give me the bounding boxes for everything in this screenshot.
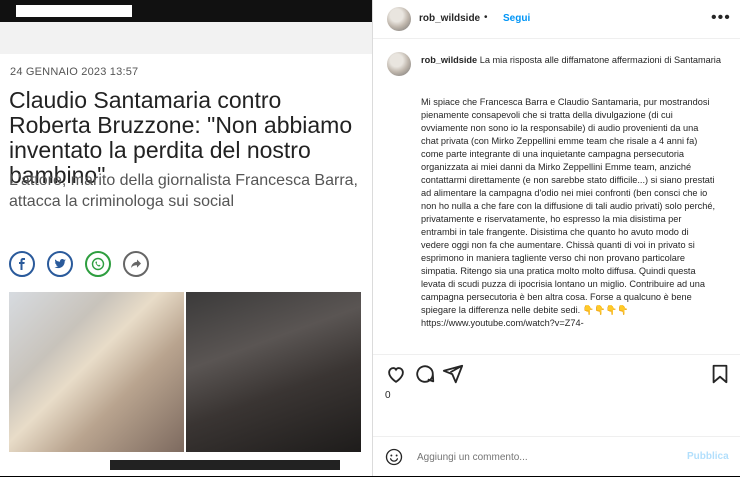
instagram-post-panel: rob_wildside • Segui ••• rob_wildside La… bbox=[372, 0, 740, 476]
photo-woman bbox=[9, 292, 184, 452]
ad-band bbox=[0, 22, 372, 54]
comment-icon[interactable] bbox=[414, 363, 436, 385]
post-actions bbox=[373, 354, 740, 391]
article-photo bbox=[9, 292, 361, 452]
post-header: rob_wildside • Segui ••• bbox=[373, 0, 740, 39]
emoji-icon[interactable] bbox=[385, 448, 403, 466]
send-icon[interactable] bbox=[442, 363, 464, 385]
article-date: 24 GENNAIO 2023 13:57 bbox=[10, 66, 139, 78]
share-button[interactable] bbox=[123, 251, 149, 277]
caption-username[interactable]: rob_wildside bbox=[421, 55, 477, 65]
twitter-icon bbox=[54, 259, 66, 269]
header-separator: • bbox=[484, 12, 488, 23]
news-article-panel: 24 GENNAIO 2023 13:57 Claudio Santamaria… bbox=[0, 0, 372, 476]
facebook-share-button[interactable] bbox=[9, 251, 35, 277]
facebook-icon bbox=[19, 258, 25, 270]
caption-area: rob_wildside La mia risposta alle diffam… bbox=[373, 38, 740, 350]
caption-intro: La mia risposta alle diffamatone afferma… bbox=[479, 55, 721, 65]
share-icon bbox=[131, 259, 141, 268]
caption-body: Mi spiace che Francesca Barra e Claudio … bbox=[421, 97, 716, 328]
comment-input[interactable] bbox=[415, 451, 639, 464]
more-options-icon[interactable]: ••• bbox=[711, 9, 731, 27]
caption-avatar[interactable] bbox=[387, 52, 411, 76]
photo-man bbox=[186, 292, 361, 452]
follow-button[interactable]: Segui bbox=[503, 13, 530, 24]
heart-icon[interactable] bbox=[385, 363, 407, 385]
footer-bar bbox=[110, 460, 340, 470]
top-nav-highlight bbox=[16, 5, 132, 17]
bookmark-icon[interactable] bbox=[709, 363, 731, 385]
top-nav-bar bbox=[0, 0, 372, 22]
article-subtitle: L'attore, marito della giornalista Franc… bbox=[9, 172, 358, 210]
avatar[interactable] bbox=[387, 7, 411, 31]
caption-header: rob_wildside La mia risposta alle diffam… bbox=[421, 54, 721, 67]
twitter-share-button[interactable] bbox=[47, 251, 73, 277]
header-username[interactable]: rob_wildside bbox=[419, 13, 480, 24]
whatsapp-icon bbox=[91, 257, 105, 271]
comment-row: Pubblica bbox=[373, 436, 740, 477]
publish-button[interactable]: Pubblica bbox=[687, 451, 729, 462]
whatsapp-share-button[interactable] bbox=[85, 251, 111, 277]
article-footer bbox=[0, 452, 372, 476]
likes-count: 0 bbox=[385, 390, 391, 401]
